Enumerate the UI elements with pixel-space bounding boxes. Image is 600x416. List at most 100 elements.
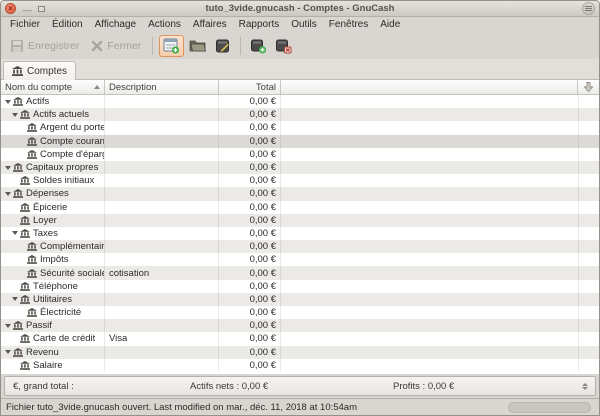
account-name-cell: Carte de crédit <box>1 332 105 345</box>
account-row[interactable]: Loyer0,00 € <box>1 214 599 227</box>
expander-icon[interactable] <box>10 231 19 235</box>
open-account-button[interactable] <box>186 36 210 55</box>
account-row[interactable]: Revenu0,00 € <box>1 346 599 359</box>
menu-rapports[interactable]: Rapports <box>233 18 286 31</box>
row-end <box>579 174 599 187</box>
account-icon <box>19 176 30 185</box>
tab-comptes[interactable]: Comptes <box>3 61 76 80</box>
save-button[interactable]: Enregistrer <box>5 36 84 56</box>
account-name-cell: Complémentaire m <box>1 240 105 253</box>
account-name-cell: Argent du porte-mo <box>1 121 105 134</box>
row-filler <box>281 148 579 161</box>
account-row[interactable]: Compte courant0,00 € <box>1 135 599 148</box>
account-row[interactable]: Soldes initiaux0,00 € <box>1 174 599 187</box>
delete-account-button[interactable] <box>272 36 295 56</box>
account-name-label: Dépenses <box>26 188 69 199</box>
account-icon <box>12 163 23 172</box>
row-filler <box>281 187 579 200</box>
new-account-button[interactable] <box>159 35 184 57</box>
menu-affichage[interactable]: Affichage <box>89 18 143 31</box>
spinner-up-icon[interactable] <box>582 383 588 386</box>
expander-icon[interactable] <box>10 297 19 301</box>
account-row[interactable]: Téléphone0,00 € <box>1 280 599 293</box>
account-row[interactable]: Dépenses0,00 € <box>1 187 599 200</box>
column-header-name[interactable]: Nom du compte <box>1 80 105 94</box>
spinner-down-icon[interactable] <box>582 387 588 390</box>
account-row[interactable]: Actifs actuels0,00 € <box>1 108 599 121</box>
expander-icon[interactable] <box>3 350 12 354</box>
summary-spinner[interactable] <box>579 383 595 390</box>
window-title: tuto_3vide.gnucash - Comptes - GnuCash <box>1 3 599 14</box>
account-row[interactable]: Actifs0,00 € <box>1 95 599 108</box>
account-row[interactable]: Capitaux propres0,00 € <box>1 161 599 174</box>
account-name-cell: Taxes <box>1 227 105 240</box>
account-row[interactable]: Passif0,00 € <box>1 319 599 332</box>
row-filler <box>281 214 579 227</box>
expander-icon[interactable] <box>3 324 12 328</box>
account-name-cell: Capitaux propres <box>1 161 105 174</box>
column-header-total[interactable]: Total <box>219 80 281 94</box>
close-icon <box>91 40 103 52</box>
menu-edition[interactable]: Édition <box>46 18 89 31</box>
account-name-label: Utilitaires <box>33 294 72 305</box>
account-row[interactable]: Épicerie0,00 € <box>1 201 599 214</box>
account-total-cell: 0,00 € <box>219 135 281 148</box>
account-description-cell: Visa <box>105 332 219 345</box>
account-name-label: Complémentaire m <box>40 241 104 252</box>
expander-icon[interactable] <box>3 100 12 104</box>
row-filler <box>281 227 579 240</box>
account-row[interactable]: Salaire0,00 € <box>1 359 599 372</box>
column-select-button[interactable] <box>578 80 599 94</box>
account-row[interactable]: Utilitaires0,00 € <box>1 293 599 306</box>
account-description-cell <box>105 359 219 372</box>
add-account-button[interactable] <box>247 36 270 56</box>
account-description-cell <box>105 161 219 174</box>
column-header-total-label: Total <box>256 82 276 93</box>
row-filler <box>281 332 579 345</box>
account-icon <box>26 308 37 317</box>
menu-fichier[interactable]: Fichier <box>4 18 46 31</box>
toolbar-separator <box>152 37 153 55</box>
account-row[interactable]: Argent du porte-mo0,00 € <box>1 121 599 134</box>
row-end <box>579 332 599 345</box>
account-total-cell: 0,00 € <box>219 174 281 187</box>
account-row[interactable]: Sécurité socialecotisation0,00 € <box>1 266 599 279</box>
account-icon <box>12 97 23 106</box>
expander-icon[interactable] <box>3 166 12 170</box>
account-description-cell <box>105 346 219 359</box>
menu-fenetres[interactable]: Fenêtres <box>323 18 374 31</box>
progress-bar <box>508 402 591 413</box>
account-total-cell: 0,00 € <box>219 108 281 121</box>
account-total-cell: 0,00 € <box>219 319 281 332</box>
account-row[interactable]: Compte d'épargne0,00 € <box>1 148 599 161</box>
expander-icon[interactable] <box>10 113 19 117</box>
account-row[interactable]: Impôts0,00 € <box>1 253 599 266</box>
account-row[interactable]: Carte de créditVisa0,00 € <box>1 332 599 345</box>
row-end <box>579 253 599 266</box>
window-menu-icon[interactable] <box>582 2 595 15</box>
menu-aide[interactable]: Aide <box>374 18 406 31</box>
account-row[interactable]: Taxes0,00 € <box>1 227 599 240</box>
close-tab-button[interactable]: Fermer <box>86 37 146 55</box>
menu-actions[interactable]: Actions <box>142 18 187 31</box>
account-row[interactable]: Électricité0,00 € <box>1 306 599 319</box>
menubar: Fichier Édition Affichage Actions Affair… <box>1 17 599 32</box>
menu-affaires[interactable]: Affaires <box>187 18 233 31</box>
account-icon <box>26 255 37 264</box>
account-total-cell: 0,00 € <box>219 201 281 214</box>
row-end <box>579 201 599 214</box>
menu-outils[interactable]: Outils <box>285 18 323 31</box>
account-description-cell <box>105 240 219 253</box>
summary-bar: €, grand total : Actifs nets : 0,00 € Pr… <box>4 376 596 396</box>
account-row[interactable]: Complémentaire m0,00 € <box>1 240 599 253</box>
edit-account-button[interactable] <box>212 36 234 56</box>
row-filler <box>281 121 579 134</box>
account-icon <box>26 137 37 146</box>
account-icon <box>19 361 30 370</box>
tabbar: Comptes <box>1 59 599 80</box>
account-name-label: Argent du porte-mo <box>40 122 104 133</box>
column-header-description[interactable]: Description <box>105 80 219 94</box>
row-end <box>579 95 599 108</box>
expander-icon[interactable] <box>3 192 12 196</box>
row-end <box>579 187 599 200</box>
